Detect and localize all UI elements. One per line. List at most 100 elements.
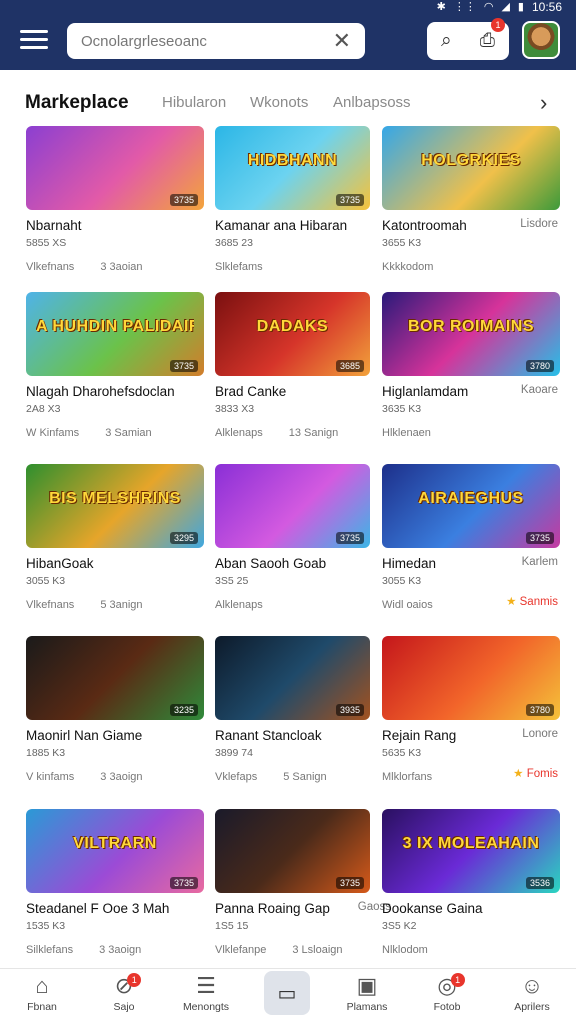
notification-badge: 1 (450, 973, 465, 987)
search-input[interactable] (81, 32, 333, 50)
game-card[interactable]: 3735 Panna Roaing Gap 1S5 15 Vlklefanpe 3 Ls… (215, 809, 393, 956)
game-thumbnail[interactable]: 3735 (215, 809, 370, 893)
thumbnail-title: A HUHDIN PALIDAIRS (36, 318, 194, 335)
game-card[interactable]: AIRAIEGHUS 3735 Himedan 3055 K3 Widl oaios Ka… (382, 464, 560, 611)
close-icon[interactable]: ✕ (333, 30, 351, 52)
game-thumbnail[interactable]: 3935 (215, 636, 370, 720)
game-side-label: Karlem (521, 556, 558, 568)
gift-icon[interactable]: ⎙ 1 (480, 18, 505, 52)
game-meta: Nlklodom (382, 944, 560, 956)
notification-badge: 1 (490, 18, 505, 32)
calendar-icon: ▣ (356, 973, 378, 998)
nav-label: Plamans (346, 1001, 388, 1013)
thumbnail-title: BIS MELSHRINS (49, 490, 181, 507)
search-bar: ✕ (67, 23, 365, 59)
game-card[interactable]: DADAKS 3685 Brad Canke 3833 X3 Alklenaps 13 S… (215, 292, 393, 439)
chevron-right-icon[interactable]: › (540, 90, 547, 116)
game-card[interactable]: A HUHDIN PALIDAIRS 3735 Nlagah Dharohefsdo… (26, 292, 204, 439)
game-sessions: 3 3aoign (100, 771, 143, 783)
tab-item[interactable]: Wkonots (250, 94, 308, 111)
chat-button[interactable]: ▭ (264, 971, 310, 1015)
thumbnail-title: BOR ROIMAINS (408, 318, 534, 335)
game-thumbnail[interactable]: 3735 (215, 464, 370, 548)
game-card[interactable]: BOR ROIMAINS 3780 Higlanlamdam 3635 K3 Hlkle… (382, 292, 560, 439)
game-thumbnail[interactable]: 3735 (26, 126, 204, 210)
game-card[interactable]: HOLGRKIES Katontroomah 3655 K3 Kkkkodom Lisd… (382, 126, 560, 273)
game-card[interactable]: VILTRARN 3735 Steadanel F Ooe 3 Mah 1535 K3… (26, 809, 204, 956)
status-bar: ✱ ⋮⋮ ◠ ◢ ▮ 10:56 (437, 0, 562, 14)
game-thumbnail[interactable]: A HUHDIN PALIDAIRS 3735 (26, 292, 204, 376)
nav-item-profile[interactable]: ☺ Aprilers (497, 969, 567, 1013)
menu-button[interactable] (20, 30, 48, 52)
game-title: Nlagah Dharohefsdoclan (26, 384, 175, 399)
nav-item-menongts[interactable]: ☰ Menongts (171, 969, 241, 1013)
layers-icon: ☰ (196, 973, 216, 998)
bottom-nav: ⌂ Fbnan ⊘ 1 Sajo ☰ Menongts ▭ ▣ Plamans … (0, 968, 576, 1024)
game-thumbnail[interactable]: BOR ROIMAINS 3780 (382, 292, 560, 376)
tab-item[interactable]: Hibularon (162, 94, 226, 111)
game-meta: Slklefams (215, 261, 393, 273)
game-thumbnail[interactable]: 3235 (26, 636, 204, 720)
game-thumbnail[interactable]: 3780 (382, 636, 560, 720)
game-title: Kamanar ana Hibaran (215, 218, 348, 233)
game-meta: Vklefaps 5 Sanign (215, 771, 393, 783)
game-title: Nbarnaht (26, 218, 82, 233)
star-icon: ★ (506, 596, 520, 608)
game-price: 3S5 25 (215, 575, 249, 587)
tab-marketplace[interactable]: Markeplace (25, 92, 129, 114)
game-category: Alklenaps (215, 427, 263, 439)
game-category: Vlkefnans (26, 261, 75, 273)
game-thumbnail[interactable]: HIDBHANN 3735 (215, 126, 370, 210)
thumbnail-title: AIRAIEGHUS (418, 490, 524, 507)
thumbnail-badge: 3780 (525, 704, 554, 716)
game-category: Alklenaps (215, 599, 263, 611)
game-thumbnail[interactable]: VILTRARN 3735 (26, 809, 204, 893)
bluetooth-icon: ✱ (436, 1, 446, 13)
game-card[interactable]: 3235 Maonirl Nan Giame 1885 K3 V kinfams 3 3… (26, 636, 204, 783)
game-card[interactable]: 3735 Aban Saooh Goab 3S5 25 Alklenaps (215, 464, 393, 611)
thumbnail-badge: 3735 (335, 877, 364, 889)
wifi-icon: ◠ (483, 1, 494, 13)
game-price: 3055 K3 (382, 575, 422, 587)
category-tabs: Markeplace Hibularon Wkonots Anlbapsoss … (0, 84, 576, 120)
game-card[interactable]: 3 IX MOLEAHAIN 3536 Dookanse Gaina 3S5 K2 Nl… (382, 809, 560, 956)
thumbnail-badge: 3735 (169, 194, 198, 206)
game-thumbnail[interactable]: AIRAIEGHUS 3735 (382, 464, 560, 548)
thumbnail-badge: 3735 (335, 194, 364, 206)
game-card[interactable]: 3935 Ranant Stancloak 3899 74 Vklefaps 5 San… (215, 636, 393, 783)
game-side-label: Lisdore (520, 218, 558, 230)
nav-item-saja[interactable]: ⊘ 1 Sajo (89, 969, 159, 1013)
nav-label: Aprilers (514, 1001, 550, 1013)
menu-icon-line (20, 38, 48, 41)
game-title: Dookanse Gaina (382, 901, 483, 916)
avatar[interactable] (522, 21, 560, 59)
game-sessions: 3 3aoian (100, 261, 143, 273)
nav-item-home[interactable]: ⌂ Fbnan (7, 969, 77, 1013)
vibrate-icon: ⋮⋮ (453, 1, 476, 13)
thumbnail-badge: 3735 (169, 877, 198, 889)
nav-item-plamans[interactable]: ▣ Plamans (332, 969, 402, 1013)
game-sessions: 3 Samian (105, 427, 152, 439)
game-price: 5635 K3 (382, 747, 422, 759)
game-card[interactable]: BIS MELSHRINS 3295 HibanGoak 3055 K3 Vlkefna… (26, 464, 204, 611)
game-price: 3055 K3 (26, 575, 66, 587)
game-title: Steadanel F Ooe 3 Mah (26, 901, 170, 916)
game-category: Vklefaps (215, 771, 258, 783)
game-card[interactable]: 3780 Rejain Rang 5635 K3 Mlklorfans Lonore ★ … (382, 636, 560, 783)
game-category: Kkkkodom (382, 261, 434, 273)
notification-badge: 1 (127, 973, 142, 987)
game-card[interactable]: 3735 Nbarnaht 5855 XS Vlkefnans 3 3aoian (26, 126, 204, 273)
search-icon[interactable]: ⌕ (441, 30, 452, 52)
menu-icon-line (20, 30, 48, 33)
game-meta: Vlkefnans 5 3anign (26, 599, 204, 611)
game-thumbnail[interactable]: BIS MELSHRINS 3295 (26, 464, 204, 548)
game-meta: Kkkkodom (382, 261, 560, 273)
game-card[interactable]: HIDBHANN 3735 Kamanar ana Hibaran 3685 23 Sl… (215, 126, 393, 273)
game-thumbnail[interactable]: 3 IX MOLEAHAIN 3536 (382, 809, 560, 893)
game-title: Ranant Stancloak (215, 728, 322, 743)
tab-item[interactable]: Anlbapsoss (333, 94, 411, 111)
game-thumbnail[interactable]: DADAKS 3685 (215, 292, 370, 376)
game-thumbnail[interactable]: HOLGRKIES (382, 126, 560, 210)
game-meta: V kinfams 3 3aoign (26, 771, 204, 783)
nav-item-fotob[interactable]: ◎ 1 Fotob (412, 969, 482, 1013)
